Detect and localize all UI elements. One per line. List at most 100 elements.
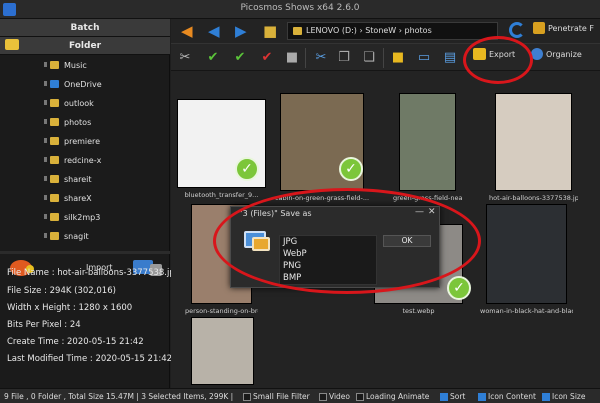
expander-icon[interactable] — [44, 119, 47, 124]
sort-toggle[interactable]: Sort — [440, 392, 465, 401]
organize-button[interactable]: Organize — [531, 48, 582, 60]
check-icon[interactable]: ✔ — [204, 49, 222, 67]
thumbnail-caption: green-grass-field-near-brown-m... — [393, 194, 462, 202]
icon-size-checkbox[interactable] — [542, 392, 550, 401]
refresh-icon[interactable] — [509, 22, 525, 38]
slideshow-icon[interactable]: ▭ — [415, 49, 433, 67]
icon-size-label: Icon Size — [552, 392, 586, 401]
small-file-filter-checkbox[interactable] — [243, 392, 251, 401]
forward-arrow-icon[interactable]: ◀ — [208, 22, 220, 40]
thumbnail[interactable]: green-grass-field-near-brown-m... — [393, 93, 462, 203]
thumbnail-caption: hot-air-balloons-3377538.jpg — [489, 194, 578, 202]
penetrate-button[interactable]: Penetrate F — [533, 22, 594, 34]
minimize-icon[interactable]: — — [415, 207, 424, 217]
folder-icon — [50, 232, 59, 240]
address-path: LENOVO (D:) › StoneW › photos — [306, 26, 432, 35]
thumbnail[interactable]: woman-in-black-hat-and-black-... — [480, 204, 573, 316]
window-title: Picosmos Shows x64 2.6.0 — [240, 3, 360, 13]
folder-icon — [50, 194, 59, 202]
tab-batch[interactable]: Batch — [0, 19, 170, 37]
sort-label: Sort — [450, 392, 466, 401]
expander-icon[interactable] — [44, 81, 47, 86]
expander-icon[interactable] — [44, 214, 47, 219]
tree-item[interactable]: photos — [50, 115, 91, 129]
expander-icon[interactable] — [44, 195, 47, 200]
next-arrow-icon[interactable]: ▶ — [235, 22, 247, 40]
address-bar[interactable]: LENOVO (D:) › StoneW › photos — [287, 22, 498, 40]
small-file-filter-toggle[interactable]: Small File Filter — [243, 392, 310, 401]
ok-button[interactable]: OK — [383, 235, 431, 247]
tab-folder[interactable]: Folder — [0, 37, 170, 55]
expander-icon[interactable] — [44, 138, 47, 143]
scissors-icon[interactable]: ✂ — [312, 49, 330, 67]
folder-icon — [50, 213, 59, 221]
expander-icon[interactable] — [44, 100, 47, 105]
expander-icon[interactable] — [44, 157, 47, 162]
selected-check-icon[interactable]: ✓ — [447, 276, 471, 300]
export-label: Export — [489, 49, 516, 59]
format-png[interactable]: PNG — [280, 260, 376, 272]
tools-icon[interactable]: ✂ — [176, 49, 194, 67]
selected-check-icon[interactable]: ✓ — [339, 157, 363, 181]
tree-item-label: silk2mp3 — [64, 212, 101, 222]
icon-size-toggle[interactable]: Icon Size — [542, 392, 585, 401]
format-jpg[interactable]: JPG — [280, 236, 376, 248]
tree-item[interactable]: redcine-x — [50, 153, 101, 167]
tree-item-label: photos — [64, 117, 92, 127]
thumbnail[interactable]: cabin-on-green-grass-field-... — [275, 93, 369, 203]
thumbnail-caption: cabin-on-green-grass-field-... — [274, 194, 370, 202]
tree-item[interactable]: Music — [50, 58, 87, 72]
parent-folder-icon[interactable]: ■ — [263, 22, 277, 40]
paste-icon[interactable]: ❏ — [360, 49, 378, 67]
video-checkbox[interactable] — [319, 392, 327, 401]
format-list: JPG WebP PNG BMP — [279, 235, 377, 285]
trash-icon[interactable]: ■ — [283, 49, 301, 67]
copy-icon[interactable]: ❐ — [335, 49, 353, 67]
expander-icon[interactable] — [44, 233, 47, 238]
save-as-dialog: "3 (Files)" Save as — ✕ JPG WebP PNG BMP… — [230, 206, 440, 288]
selected-check-icon[interactable]: ✓ — [235, 157, 259, 181]
tree-item[interactable]: OneDrive — [50, 77, 102, 91]
tree-item-label: OneDrive — [64, 79, 102, 89]
sort-checkbox[interactable] — [440, 392, 448, 401]
path-folder-icon — [293, 27, 302, 35]
tree-item-label: shareit — [64, 174, 92, 184]
thumbnail[interactable]: hot-air-balloons-3377538.jpg — [489, 93, 578, 203]
main-panel: ◀ ◀ ▶ ■ LENOVO (D:) › StoneW › photos Pe… — [171, 19, 600, 388]
folder-icon — [50, 80, 59, 88]
close-icon[interactable]: ✕ — [428, 207, 436, 217]
icon-content-toggle[interactable]: Icon Content — [478, 392, 536, 401]
tree-item-label: redcine-x — [64, 155, 102, 165]
tree-item[interactable]: shareX — [50, 191, 92, 205]
thumbnail-image — [191, 317, 254, 385]
tree-item[interactable]: silk2mp3 — [50, 210, 100, 224]
tree-item[interactable]: premiere — [50, 134, 100, 148]
thumbnail[interactable]: bluetooth_transfer_9... — [177, 99, 266, 200]
print-icon[interactable]: ▤ — [441, 49, 459, 67]
info-file-size: File Size : 294K (302,016) — [7, 286, 116, 296]
folder-icon — [50, 137, 59, 145]
thumbnail[interactable] — [191, 317, 254, 397]
export-button[interactable]: Export — [473, 48, 515, 60]
tree-item[interactable]: shareit — [50, 172, 92, 186]
info-file-name: File Name : hot-air-balloons-3377538.jp — [7, 268, 175, 278]
panel-divider[interactable] — [0, 251, 170, 254]
penetrate-icon — [533, 22, 545, 34]
check-red-icon[interactable]: ✔ — [258, 49, 276, 67]
icon-content-checkbox[interactable] — [478, 392, 486, 401]
loading-animate-toggle[interactable]: Loading Animate — [356, 392, 429, 401]
format-webp[interactable]: WebP — [280, 248, 376, 260]
tree-item[interactable]: outlook — [50, 96, 94, 110]
expander-icon[interactable] — [44, 62, 47, 67]
thumbnail-image — [495, 93, 572, 191]
check-all-icon[interactable]: ✔ — [231, 49, 249, 67]
status-summary: 9 File , 0 Folder , Total Size 15.47M | … — [4, 392, 234, 401]
expander-icon[interactable] — [44, 176, 47, 181]
tree-item[interactable]: snagit — [50, 229, 89, 243]
small-file-filter-label: Small File Filter — [253, 392, 310, 401]
new-folder-icon[interactable]: ■ — [389, 49, 407, 67]
video-toggle[interactable]: Video — [319, 392, 350, 401]
loading-animate-checkbox[interactable] — [356, 392, 364, 401]
back-arrow-icon[interactable]: ◀ — [181, 22, 193, 40]
format-bmp[interactable]: BMP — [280, 272, 376, 284]
